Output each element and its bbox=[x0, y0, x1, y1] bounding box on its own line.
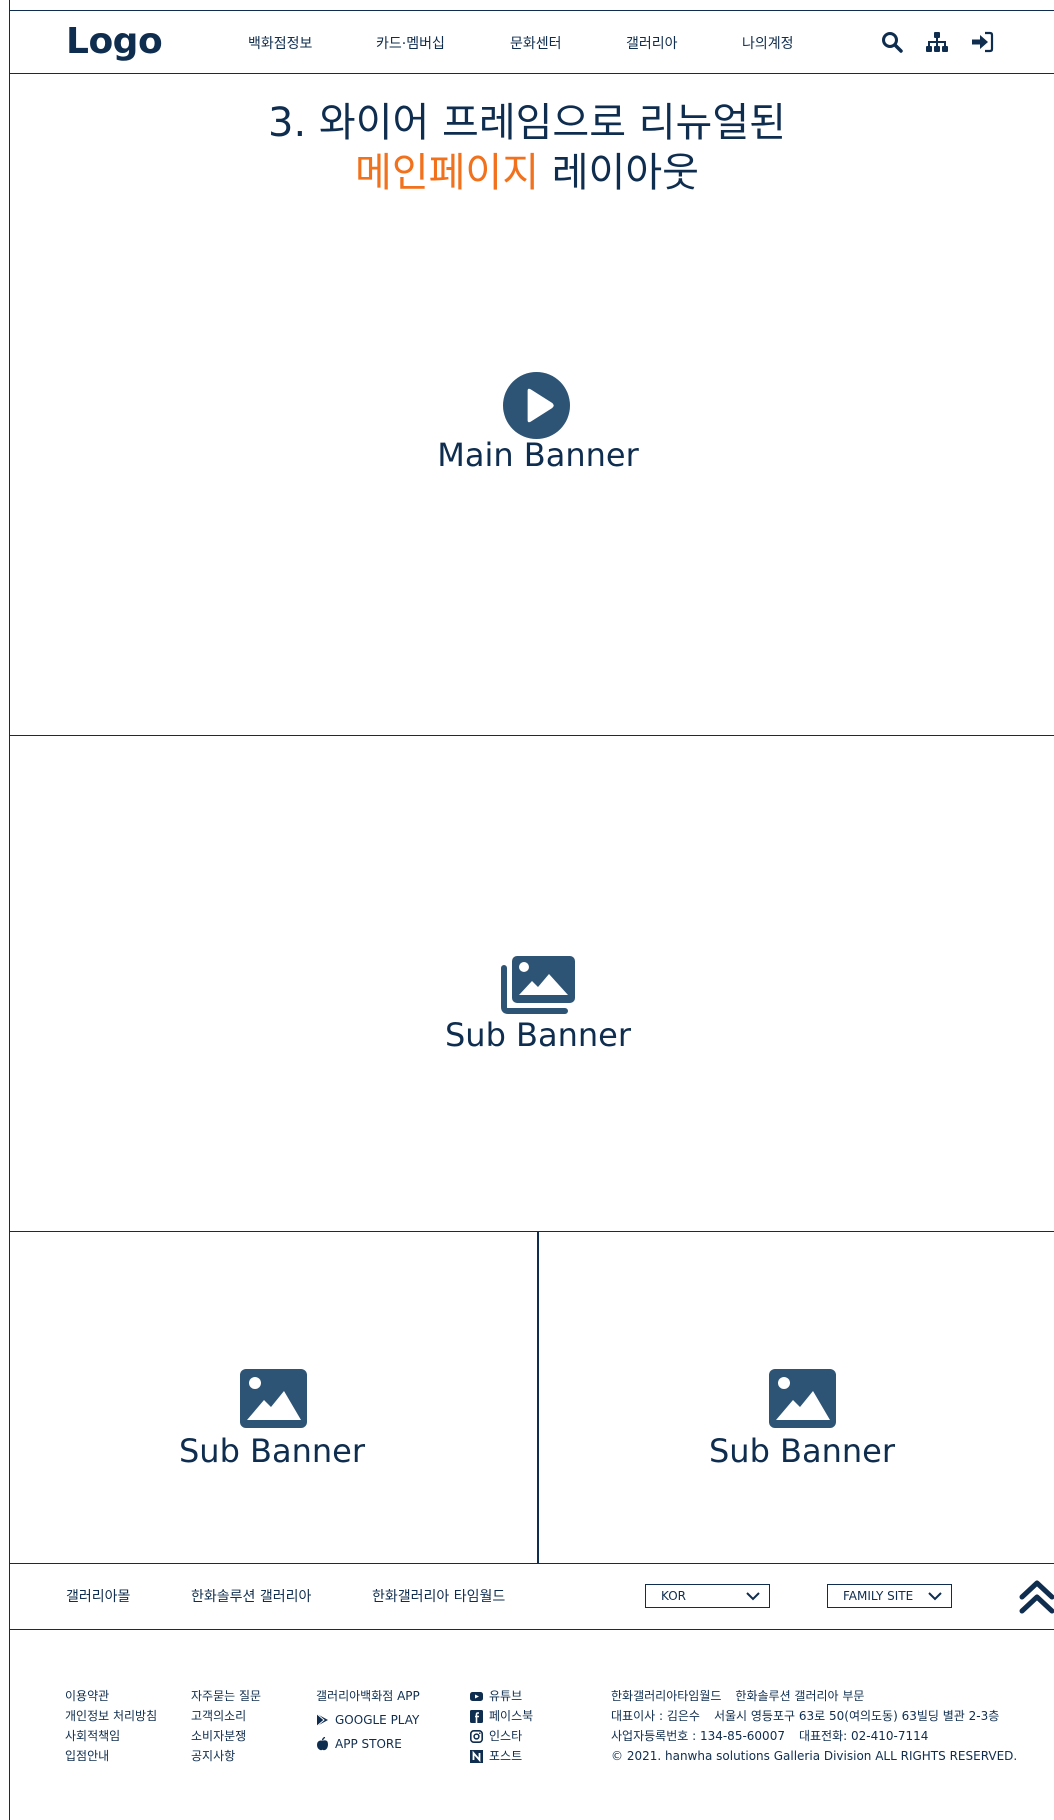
chevron-down-icon bbox=[928, 1592, 942, 1601]
link-hanwha-solutions-galleria[interactable]: 한화솔루션 갤러리아 bbox=[191, 1586, 311, 1606]
headline-accent: 메인페이지 bbox=[355, 150, 540, 196]
footer-link[interactable]: 입점안내 bbox=[65, 1746, 157, 1766]
site-header: Logo 백화점정보 카드·멤버십 문화센터 갤러리아 나의계정 bbox=[10, 10, 1054, 74]
link-galleria-mall[interactable]: 갤러리아몰 bbox=[66, 1586, 130, 1606]
language-select[interactable]: KOR bbox=[645, 1584, 770, 1608]
app-title: 갤러리아백화점 APP bbox=[316, 1689, 420, 1703]
sitemap-icon[interactable] bbox=[925, 30, 949, 54]
login-icon[interactable] bbox=[970, 30, 994, 54]
nav-item-card-membership[interactable]: 카드·멤버십 bbox=[376, 33, 445, 53]
nav-item-my-account[interactable]: 나의계정 bbox=[742, 33, 794, 53]
family-site-select[interactable]: FAMILY SITE bbox=[827, 1584, 952, 1608]
facebook-link[interactable]: 페이스북 bbox=[470, 1706, 533, 1726]
image-gallery-icon bbox=[501, 956, 575, 1014]
nav-item-department-info[interactable]: 백화점정보 bbox=[248, 33, 312, 53]
sub-banner-left-label: Sub Banner bbox=[178, 1432, 366, 1470]
naver-post-icon bbox=[470, 1749, 483, 1763]
app-store-link[interactable]: APP STORE bbox=[316, 1732, 420, 1756]
nav-item-culture-center[interactable]: 문화센터 bbox=[510, 33, 562, 53]
social-label: 페이스북 bbox=[489, 1709, 534, 1723]
family-link-bar: 갤러리아몰 한화솔루션 갤러리아 한화갤러리아 타임월드 KOR FAMILY … bbox=[10, 1564, 1054, 1630]
family-site-select-value: FAMILY SITE bbox=[843, 1589, 914, 1603]
play-icon[interactable] bbox=[503, 372, 570, 439]
image-icon bbox=[769, 1369, 836, 1428]
footer-link[interactable]: 이용약관 bbox=[65, 1686, 157, 1706]
scroll-top-icon[interactable] bbox=[1018, 1577, 1054, 1617]
business-number: 사업자등록번호 : 134-85-60007 bbox=[611, 1729, 785, 1743]
footer-link[interactable]: 사회적책임 bbox=[65, 1726, 157, 1746]
footer-support-links: 자주묻는 질문 고객의소리 소비자분쟁 공지사항 bbox=[191, 1686, 261, 1766]
facebook-icon bbox=[470, 1709, 483, 1723]
youtube-link[interactable]: 유튜브 bbox=[470, 1686, 533, 1706]
footer-link[interactable]: 공지사항 bbox=[191, 1746, 261, 1766]
language-select-value: KOR bbox=[661, 1589, 686, 1603]
google-play-label: GOOGLE PLAY bbox=[335, 1713, 420, 1727]
footer-link[interactable]: 고객의소리 bbox=[191, 1706, 261, 1726]
footer-policy-links: 이용약관 개인정보 처리방침 사회적책임 입점안내 bbox=[65, 1686, 157, 1766]
copyright: © 2021. hanwha solutions Galleria Divisi… bbox=[611, 1749, 1018, 1763]
company-name: 한화갤러리아타임월드 bbox=[611, 1689, 722, 1703]
app-store-label: APP STORE bbox=[335, 1737, 402, 1751]
phone: 대표전화: 02-410-7114 bbox=[798, 1729, 929, 1743]
chevron-down-icon bbox=[746, 1592, 760, 1601]
footer-link[interactable]: 개인정보 처리방침 bbox=[65, 1706, 157, 1726]
footer-app-links: 갤러리아백화점 APP GOOGLE PLAY APP STORE bbox=[316, 1684, 420, 1756]
apple-icon bbox=[317, 1737, 328, 1751]
nav-item-galleria[interactable]: 갤러리아 bbox=[626, 33, 678, 53]
image-icon bbox=[240, 1369, 307, 1428]
youtube-icon bbox=[470, 1691, 483, 1701]
link-hanwha-galleria-timeworld[interactable]: 한화갤러리아 타임월드 bbox=[372, 1586, 505, 1606]
main-banner-label: Main Banner bbox=[437, 436, 639, 474]
headline-line-2: 메인페이지 레이아웃 bbox=[0, 148, 1054, 198]
footer-social-links: 유튜브 페이스북 인스타 포스트 bbox=[470, 1686, 533, 1766]
footer-link[interactable]: 소비자분쟁 bbox=[191, 1726, 261, 1746]
site-footer: 이용약관 개인정보 처리방침 사회적책임 입점안내 자주묻는 질문 고객의소리 … bbox=[10, 1630, 1054, 1820]
social-label: 유튜브 bbox=[489, 1689, 523, 1703]
instagram-link[interactable]: 인스타 bbox=[470, 1726, 533, 1746]
company-name: 한화솔루션 갤러리아 부문 bbox=[735, 1689, 865, 1703]
search-icon[interactable] bbox=[880, 30, 904, 54]
instagram-icon bbox=[470, 1729, 483, 1743]
headline-rest: 레이아웃 bbox=[539, 150, 699, 196]
naver-post-link[interactable]: 포스트 bbox=[470, 1746, 533, 1766]
social-label: 인스타 bbox=[489, 1729, 523, 1743]
ceo: 대표이사 : 김은수 bbox=[611, 1709, 700, 1723]
sub-banner-wide-label: Sub Banner bbox=[444, 1016, 632, 1054]
logo[interactable]: Logo bbox=[66, 21, 163, 62]
sub-banner-right-label: Sub Banner bbox=[708, 1432, 896, 1470]
address: 서울시 영등포구 63로 50(여의도동) 63빌딩 별관 2-3층 bbox=[713, 1709, 1000, 1723]
footer-link[interactable]: 자주묻는 질문 bbox=[191, 1686, 261, 1706]
social-label: 포스트 bbox=[489, 1749, 523, 1763]
google-play-icon bbox=[316, 1713, 328, 1727]
headline-line-1: 3. 와이어 프레임으로 리뉴얼된 bbox=[268, 100, 786, 146]
google-play-link[interactable]: GOOGLE PLAY bbox=[316, 1708, 420, 1732]
page-headline: 3. 와이어 프레임으로 리뉴얼된 메인페이지 레이아웃 bbox=[0, 98, 1054, 198]
company-info: 한화갤러리아타임월드 한화솔루션 갤러리아 부문 대표이사 : 김은수 서울시 영등… bbox=[611, 1686, 1017, 1766]
